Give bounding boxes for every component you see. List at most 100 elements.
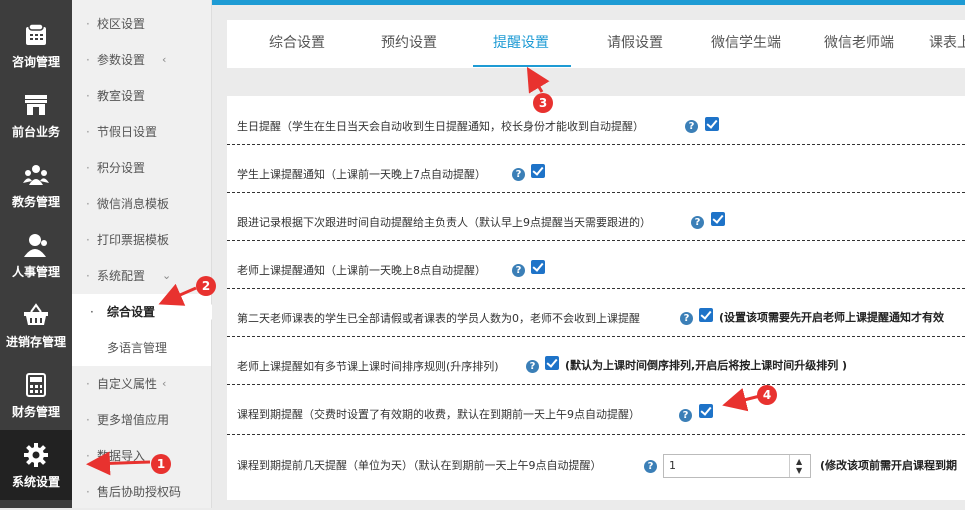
spin-down-icon[interactable]: ▼ — [796, 466, 802, 475]
tab-reminder[interactable]: 提醒设置 — [493, 20, 549, 68]
calculator-icon — [21, 370, 51, 400]
person-icon — [21, 230, 51, 260]
submenu-item-system-config[interactable]: · 系统配置 ⌄ — [72, 258, 211, 294]
submenu-label: 售后协助授权码 — [97, 485, 182, 499]
setting-note: (默认为上课时间倒序排列,开启后将按上课时间升级排列 ) — [565, 359, 848, 372]
submenu-label: 节假日设置 — [97, 125, 158, 139]
nav-label: 教务管理 — [11, 195, 60, 209]
setting-row: 老师上课提醒通知（上课前一天晚上8点自动提醒） ? — [227, 240, 965, 289]
settings-tabs: 综合设置 预约设置 提醒设置 请假设置 微信学生端 微信老师端 课表上 — [227, 20, 965, 68]
help-icon[interactable]: ? — [512, 168, 525, 181]
submenu-label: 自定义属性 — [97, 377, 158, 391]
active-tab-indicator — [473, 65, 571, 67]
setting-checkbox[interactable] — [711, 212, 725, 226]
submenu-item-data-import[interactable]: · 数据导入 — [72, 438, 211, 474]
help-icon[interactable]: ? — [644, 460, 657, 473]
help-icon[interactable]: ? — [512, 264, 525, 277]
annotation-badge: 3 — [533, 93, 553, 113]
submenu-label: 打印票据模板 — [97, 233, 170, 247]
nav-label: 财务管理 — [11, 405, 60, 419]
submenu-label: 微信消息模板 — [97, 197, 170, 211]
submenu-label: 教室设置 — [97, 89, 146, 103]
nav-item-hr[interactable]: 人事管理 — [0, 220, 72, 290]
tab-leave[interactable]: 请假设置 — [607, 20, 663, 68]
setting-checkbox[interactable] — [699, 404, 713, 418]
setting-checkbox[interactable] — [705, 117, 719, 131]
nav-item-system-settings[interactable]: 系统设置 — [0, 430, 72, 500]
submenu-item-classroom[interactable]: · 教室设置 — [72, 78, 211, 114]
setting-label: 生日提醒（学生在生日当天会自动收到生日提醒通知，校长身份才能收到自动提醒） — [237, 120, 644, 133]
submenu-item-wechat-template[interactable]: · 微信消息模板 — [72, 186, 211, 222]
setting-label: 课程到期提前几天提醒（单位为天）（默认在到期前一天上午9点自动提醒） — [237, 459, 602, 472]
submenu-item-print-template[interactable]: · 打印票据模板 ‹ — [72, 222, 211, 258]
submenu-label: 数据导入 — [97, 449, 146, 463]
tab-general[interactable]: 综合设置 — [269, 20, 325, 68]
submenu-label: 积分设置 — [97, 161, 146, 175]
chevron-left-icon: ‹ — [162, 233, 167, 246]
settings-submenu: · 校区设置 · 参数设置 ‹ · 教室设置 · 节假日设置 · 积分设置 · 微信消息模板 … — [72, 0, 212, 508]
nav-label: 系统设置 — [11, 475, 60, 489]
chevron-left-icon: ‹ — [162, 53, 167, 66]
reminder-settings-panel: 生日提醒（学生在生日当天会自动收到生日提醒通知，校长身份才能收到自动提醒） ? … — [227, 96, 965, 500]
tab-booking[interactable]: 预约设置 — [381, 20, 437, 68]
active-caret — [204, 304, 212, 320]
nav-label: 进销存管理 — [5, 335, 66, 349]
setting-row: 老师上课提醒如有多节课上课时间排序规则(升序排列) ? (默认为上课时间倒序排列… — [227, 336, 965, 385]
reminder-days-value: 1 — [669, 459, 676, 472]
submenu-item-more-apps[interactable]: · 更多增值应用 ‹ — [72, 402, 211, 438]
gear-icon — [21, 440, 51, 470]
nav-item-finance[interactable]: 财务管理 — [0, 360, 72, 430]
chevron-down-icon: ⌄ — [162, 269, 172, 282]
help-icon[interactable]: ? — [526, 360, 539, 373]
nav-item-consult[interactable]: 咨询管理 — [0, 10, 72, 80]
annotation-badge: 4 — [757, 385, 777, 405]
submenu-item-campus[interactable]: · 校区设置 — [72, 6, 211, 42]
submenu-item-points[interactable]: · 积分设置 — [72, 150, 211, 186]
chevron-left-icon: ‹ — [162, 377, 167, 390]
submenu-item-languages[interactable]: 多语言管理 — [72, 330, 211, 366]
help-icon[interactable]: ? — [679, 409, 692, 422]
setting-row: 课程到期提前几天提醒（单位为天）（默认在到期前一天上午9点自动提醒） ? 1 ▲… — [227, 434, 965, 500]
chevron-left-icon: ‹ — [162, 413, 167, 426]
submenu-label: 综合设置 — [107, 305, 156, 319]
reminder-days-input[interactable]: 1 ▲ ▼ — [663, 454, 811, 478]
help-icon[interactable]: ? — [685, 120, 698, 133]
setting-checkbox[interactable] — [699, 308, 713, 322]
setting-row: 课程到期提醒（交费时设置了有效期的收费，默认在到期前一天上午9点自动提醒） ? — [227, 384, 965, 435]
nav-label: 人事管理 — [11, 265, 60, 279]
submenu-label: 多语言管理 — [107, 341, 168, 355]
setting-label: 老师上课提醒如有多节课上课时间排序规则(升序排列) — [237, 360, 499, 373]
setting-row: 生日提醒（学生在生日当天会自动收到生日提醒通知，校长身份才能收到自动提醒） ? — [227, 96, 965, 145]
setting-label: 第二天老师课表的学生已全部请假或者课表的学员人数为0，老师不会收到上课提醒 — [237, 312, 640, 325]
setting-label: 跟进记录根据下次跟进时间自动提醒给主负责人（默认早上9点提醒当天需要跟进的） — [237, 216, 651, 229]
basket-icon — [21, 300, 51, 330]
tab-wechat-student[interactable]: 微信学生端 — [711, 20, 781, 68]
nav-item-academic[interactable]: 教务管理 — [0, 150, 72, 220]
submenu-item-params[interactable]: · 参数设置 ‹ — [72, 42, 211, 78]
submenu-label: 更多增值应用 — [97, 413, 170, 427]
setting-label: 课程到期提醒（交费时设置了有效期的收费，默认在到期前一天上午9点自动提醒） — [237, 408, 640, 421]
setting-checkbox[interactable] — [545, 356, 559, 370]
setting-note: (修改该项前需开启课程到期 — [820, 459, 958, 472]
spin-up-icon[interactable]: ▲ — [796, 457, 802, 466]
nav-item-front-desk[interactable]: 前台业务 — [0, 80, 72, 150]
setting-checkbox[interactable] — [531, 164, 545, 178]
nav-label: 前台业务 — [11, 125, 60, 139]
tab-schedule[interactable]: 课表上 — [929, 20, 965, 68]
submenu-item-custom-attrs[interactable]: · 自定义属性 ‹ — [72, 366, 211, 402]
submenu-item-support-code[interactable]: · 售后协助授权码 — [72, 474, 211, 510]
nav-item-inventory[interactable]: 进销存管理 — [0, 290, 72, 360]
phone-icon — [21, 20, 51, 50]
help-icon[interactable]: ? — [691, 216, 704, 229]
submenu-label: 校区设置 — [97, 17, 146, 31]
number-spinner[interactable]: ▲ ▼ — [789, 455, 810, 477]
nav-label: 咨询管理 — [11, 55, 60, 69]
submenu-label: 参数设置 — [97, 53, 146, 67]
setting-checkbox[interactable] — [531, 260, 545, 274]
help-icon[interactable]: ? — [680, 312, 693, 325]
tab-wechat-teacher[interactable]: 微信老师端 — [824, 20, 894, 68]
submenu-item-holiday[interactable]: · 节假日设置 — [72, 114, 211, 150]
setting-row: 第二天老师课表的学生已全部请假或者课表的学员人数为0，老师不会收到上课提醒 ? … — [227, 288, 965, 337]
submenu-item-general-settings[interactable]: · 综合设置 — [72, 294, 212, 330]
setting-label: 学生上课提醒通知（上课前一天晚上7点自动提醒） — [237, 168, 486, 181]
